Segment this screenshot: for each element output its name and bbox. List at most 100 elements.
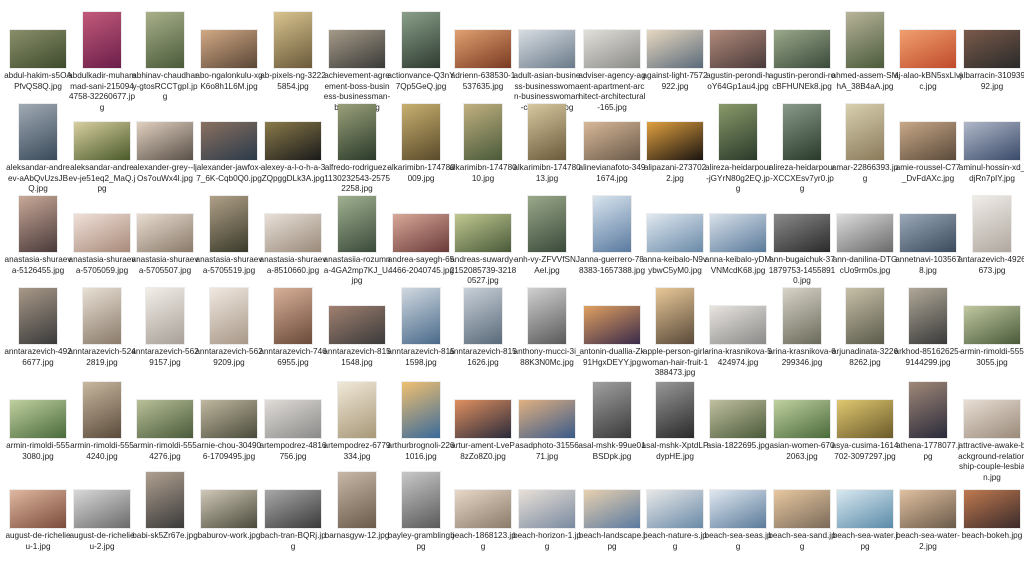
file-name: anntarazevich-8151598.jpg xyxy=(387,347,455,367)
file-item[interactable]: beach-bokeh.jpg xyxy=(960,464,1024,564)
file-item[interactable]: alipazani-2737022.jpg xyxy=(643,96,707,196)
file-item[interactable]: ann-danilina-DTGcUo9rm0s.jpg xyxy=(833,188,897,288)
file-item[interactable]: aleksandar-andreev-je51eq2_MaQ.jpg xyxy=(69,96,135,196)
file-item[interactable]: alexander-grey--ljOs7ouWx4I.jpg xyxy=(133,96,197,196)
file-item[interactable]: beach-sea-water.jpg xyxy=(833,464,897,564)
file-item[interactable]: armin-rimoldi-5554240.jpg xyxy=(70,374,134,474)
file-item[interactable]: anntarazevich-4926677.jpg xyxy=(4,280,72,380)
file-item[interactable]: beach-horizon-1.jpg xyxy=(513,464,581,564)
file-item[interactable]: alinevianafoto-3491674.jpg xyxy=(579,96,645,196)
file-item[interactable]: artempodrez-4816756.jpg xyxy=(260,374,326,474)
file-item[interactable]: anastasia-shuraeva-5705059.jpg xyxy=(69,188,135,288)
file-item[interactable]: beach-sea-water-2.jpg xyxy=(896,464,960,564)
file-item[interactable]: antarazevich-4926673.jpg xyxy=(958,188,1024,288)
file-item[interactable]: andrea-sayegh-654466-2040745.jpg xyxy=(388,188,454,288)
file-item[interactable]: aminul-hossin-xd_djRn7pIY.jpg xyxy=(959,96,1024,196)
file-item[interactable]: arina-krasnikova-6299346.jpg xyxy=(768,280,836,380)
file-item[interactable]: anastasia-shuraeva-5126455.jpg xyxy=(5,188,71,288)
file-item[interactable]: beach-sea-sand.jpg xyxy=(768,464,836,564)
file-item[interactable]: agustin-perondi-hoY64Gp1au4.jpg xyxy=(706,4,770,104)
file-item[interactable]: anntarazevich-8151548.jpg xyxy=(323,280,391,380)
file-item[interactable]: adviser-agency-agent-apartment-architect… xyxy=(578,4,646,112)
file-item[interactable]: adrienn-638530-1537635.jpg xyxy=(451,4,515,104)
file-item[interactable]: agustin-perondi-rocBFHUNEk8.jpg xyxy=(769,4,835,104)
file-item[interactable]: anntarazevich-5629209.jpg xyxy=(195,280,263,380)
file-item[interactable]: andreas-suwardy-2152085739-32180527.jpg xyxy=(450,188,516,288)
file-item[interactable]: artempodrez-6779334.jpg xyxy=(324,374,390,474)
file-item[interactable]: beach-sea-seas.jpg xyxy=(705,464,771,564)
file-item[interactable]: anthony-mucci-3i_88K3N0Mc.jpg xyxy=(514,280,580,380)
file-item[interactable]: anntarazevich-8151598.jpg xyxy=(387,280,455,380)
file-item[interactable]: barnasgyw-12.jpg xyxy=(325,464,389,564)
file-item[interactable]: alkarimibn-17478013.jpg xyxy=(513,96,581,196)
file-item[interactable]: artur-ament-LveP8zZo8Z0.jpg xyxy=(451,374,515,474)
file-item[interactable]: bayley-grambling.jpg xyxy=(388,464,454,564)
file-item[interactable]: athena-1778077.jpg xyxy=(896,374,960,474)
file-item[interactable]: beach-1868123.jpg xyxy=(450,464,516,564)
file-item[interactable]: alkarimibn-17478010.jpg xyxy=(449,96,517,196)
file-item[interactable]: anna-keibalo-N9vybwC5yM0.jpg xyxy=(643,188,707,288)
file-item[interactable]: annetnavi-1035678.jpg xyxy=(895,188,961,288)
file-item[interactable]: arina-krasnikova-5424974.jpg xyxy=(704,280,772,380)
file-item[interactable]: anna-keibalo-yDMVNMcdK68.jpg xyxy=(705,188,771,288)
file-item[interactable]: anntarazevich-8151626.jpg xyxy=(449,280,517,380)
file-item[interactable]: arnie-chou-304906-1709495.jpg xyxy=(197,374,261,474)
file-item[interactable]: alireza-heidarpour-jGYrN80g2EQ.jpg xyxy=(705,96,771,196)
file-item[interactable]: abo-ngalonkulu-xgK6o8h1L6M.jpg xyxy=(195,4,263,104)
file-item[interactable]: anntarazevich-5629157.jpg xyxy=(131,280,199,380)
file-item[interactable]: babi-sk5Zr67e.jpg xyxy=(132,464,198,564)
file-item[interactable]: ahmed-assem-SMhA_38B4aA.jpg xyxy=(832,4,898,104)
file-item[interactable]: abhinav-chaudhary-gtosRCCTgpI.jpg xyxy=(132,4,198,104)
file-item[interactable]: anna-guerrero-788383-1657388.jpg xyxy=(579,188,645,288)
file-item[interactable]: abdul-hakim-s5OAPfvQS8Q.jpg xyxy=(4,4,72,104)
file-item[interactable]: anastasia-shuraeva-5705519.jpg xyxy=(196,188,262,288)
file-item[interactable]: antonin-duallia-Zk91HgxDEYY.jpg xyxy=(579,280,645,380)
file-item[interactable]: alfredo-rodriguez-1130232543-25752258.jp… xyxy=(324,96,390,196)
file-item[interactable]: aj-alao-kBN5sxLlvjc.jpg xyxy=(894,4,962,104)
file-item[interactable]: anastasia-shuraeva-5705507.jpg xyxy=(132,188,198,288)
file-item[interactable]: armin-rimoldi-5554276.jpg xyxy=(133,374,197,474)
file-item[interactable]: august-de-richelieu-1.jpg xyxy=(5,464,71,564)
file-item[interactable]: apple-person-girl-woman-hair-fruit-13884… xyxy=(642,280,708,380)
file-item[interactable]: albarracin-31093992.jpg xyxy=(959,4,1024,104)
file-item[interactable]: baburov-work.jpg xyxy=(197,464,261,564)
file-item[interactable]: alexey-a-l-o-h-a-3ZQpggDLk3A.jpg xyxy=(261,96,325,196)
file-item[interactable]: beach-landscape.jpg xyxy=(579,464,645,564)
file-item[interactable]: asal-mshk-99ue01BSDpk.jpg xyxy=(578,374,646,474)
file-item[interactable]: achievement-agreement-boss-business-busi… xyxy=(324,4,390,112)
file-item[interactable]: anntarazevich-7466955.jpg xyxy=(259,280,327,380)
thumbnail-frame xyxy=(960,96,1024,160)
file-item[interactable]: amie-roussel-C77_DvFdAXc.jpg xyxy=(896,96,960,196)
file-item[interactable]: actionvance-Q3nY7Qp5GeQ.jpg xyxy=(387,4,455,104)
file-item[interactable]: anastasiia-rozumna-4GA2mp7KJ_U.jpg xyxy=(324,188,390,288)
file-item[interactable]: bach-tran-BQRj.jpg xyxy=(260,464,326,564)
file-item[interactable]: abdulkadir-muhammad-sani-2150944758-3226… xyxy=(68,4,136,112)
file-name: alipazani-2737022.jpg xyxy=(643,163,707,183)
file-item[interactable]: adult-asian-business-businesswoman-busin… xyxy=(514,4,580,112)
file-item[interactable]: beach-nature-s.jpg xyxy=(643,464,707,564)
file-item[interactable]: amar-22866393.jpg xyxy=(832,96,898,196)
file-item[interactable]: alireza-heidarpour-XCCXEsv7yr0.jpg xyxy=(769,96,835,196)
file-item[interactable]: anntarazevich-5242819.jpg xyxy=(68,280,136,380)
file-item[interactable]: alkarimibn-174780009.jpg xyxy=(387,96,455,196)
file-item[interactable]: anh-vy-ZFVVfSNJAeI.jpg xyxy=(514,188,580,288)
file-item[interactable]: asya-cusima-1614702-3097297.jpg xyxy=(832,374,898,474)
file-item[interactable]: august-de-richelieu-2.jpg xyxy=(69,464,135,564)
file-item[interactable]: against-light-7572922.jpg xyxy=(642,4,708,104)
file-item[interactable]: alexander-jawfox-7_6K-Cqb0Q0.jpg xyxy=(196,96,262,196)
file-item[interactable]: arjunadinata-32268262.jpg xyxy=(832,280,898,380)
file-item[interactable]: attractive-awake-background-relationship… xyxy=(958,374,1024,482)
file-item[interactable]: arthurbrognoli-2261016.jpg xyxy=(388,374,454,474)
file-item[interactable]: asia-1822695.jpg xyxy=(706,374,770,474)
file-item[interactable]: aleksandar-andreev-aAbQvUzsJBQ.jpg xyxy=(6,96,70,196)
file-item[interactable]: armin-rimoldi-5553080.jpg xyxy=(6,374,70,474)
file-item[interactable]: ann-bugaichuk-371879753-14558910.jpg xyxy=(769,188,835,288)
file-item[interactable]: asian-women-6702063.jpg xyxy=(769,374,835,474)
file-item[interactable]: arkhod-85162625-9144299.jpg xyxy=(895,280,961,380)
file-item[interactable]: ab-pixels-ng-32225854.jpg xyxy=(260,4,326,104)
file-item[interactable]: anastasia-shuraeva-8510660.jpg xyxy=(260,188,326,288)
file-item[interactable]: asal-mshk-XptdLPdypHE.jpg xyxy=(642,374,708,474)
file-item[interactable]: asadphoto-3155671.jpg xyxy=(515,374,579,474)
file-item[interactable]: armin-rimoldi-5553055.jpg xyxy=(960,280,1024,380)
image-thumbnail xyxy=(900,490,956,528)
